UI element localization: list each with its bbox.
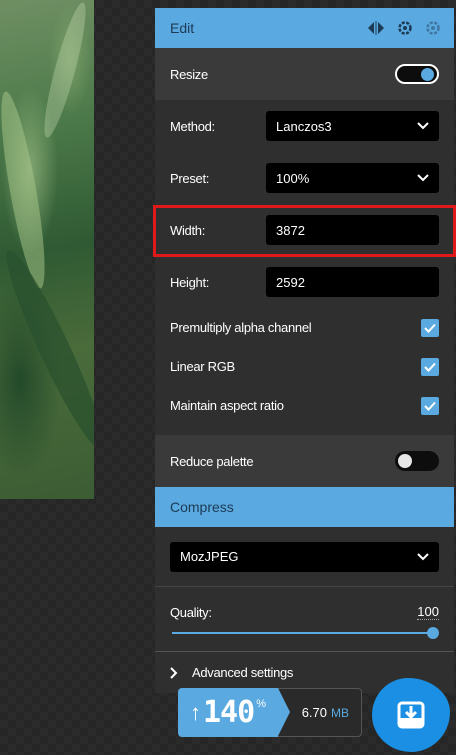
download-icon [397,701,425,729]
width-label: Width: [170,222,206,238]
checkmark-icon [424,323,436,333]
quality-row: Quality: 100 [155,587,454,651]
maintain-aspect-label: Maintain aspect ratio [170,398,284,413]
edit-title: Edit [170,20,195,36]
result-size-bar: ↑ 140 % 6.70 MB [178,688,362,737]
preset-label: Preset: [170,170,210,186]
chevron-down-icon [417,122,429,130]
compress-title: Compress [170,499,234,515]
quality-slider-thumb[interactable] [427,627,439,639]
resize-toggle[interactable] [395,64,439,84]
checkmark-icon [424,401,436,411]
settings-panel: Edit Resize Method: Lanczos3 Preset: 100… [155,8,454,693]
download-button[interactable] [372,678,450,752]
quality-slider[interactable] [170,626,439,640]
width-input[interactable]: 3872 [266,215,439,245]
reduce-palette-toggle[interactable] [395,451,439,471]
height-row: Height: 2592 [155,256,454,308]
resize-label: Resize [170,66,208,82]
settings-gear-dim-icon[interactable] [424,19,442,37]
size-increase-arrow: ↑ [190,699,201,725]
height-input[interactable]: 2592 [266,267,439,297]
height-label: Height: [170,274,210,290]
linear-rgb-checkbox[interactable] [421,357,439,376]
size-change-percent: 140 [203,695,255,730]
maintain-aspect-row: Maintain aspect ratio [155,386,454,425]
split-view-icon[interactable] [366,20,386,36]
resize-toggle-row: Resize [155,48,454,100]
method-row: Method: Lanczos3 [155,100,454,152]
quality-label: Quality: [170,604,212,620]
chevron-down-icon [417,174,429,182]
codec-row: MozJPEG [155,527,454,587]
quality-value[interactable]: 100 [417,604,439,620]
preset-select[interactable]: 100% [266,163,439,193]
premultiply-alpha-row: Premultiply alpha channel [155,308,454,347]
method-label: Method: [170,118,215,134]
width-row: Width: 3872 [155,204,454,256]
source-image-preview [0,0,94,499]
linear-rgb-label: Linear RGB [170,359,235,374]
output-size-unit: MB [331,705,349,720]
output-file-size: 6.70 MB [278,688,362,737]
chevron-right-icon [170,666,178,679]
method-select[interactable]: Lanczos3 [266,111,439,141]
edit-header: Edit [155,8,454,48]
compress-header: Compress [155,487,454,527]
output-size-value: 6.70 [301,705,327,720]
reduce-palette-label: Reduce palette [170,453,254,469]
codec-select[interactable]: MozJPEG [170,541,439,572]
linear-rgb-row: Linear RGB [155,347,454,386]
reduce-palette-row: Reduce palette [155,435,454,487]
percent-sign: % [256,698,266,710]
premultiply-alpha-label: Premultiply alpha channel [170,320,312,335]
settings-gear-icon[interactable] [396,19,414,37]
maintain-aspect-checkbox[interactable] [421,396,439,415]
premultiply-alpha-checkbox[interactable] [421,318,439,337]
chevron-down-icon [417,552,429,560]
size-change-badge: ↑ 140 % [178,688,290,737]
checkmark-icon [424,362,436,372]
preset-row: Preset: 100% [155,152,454,204]
